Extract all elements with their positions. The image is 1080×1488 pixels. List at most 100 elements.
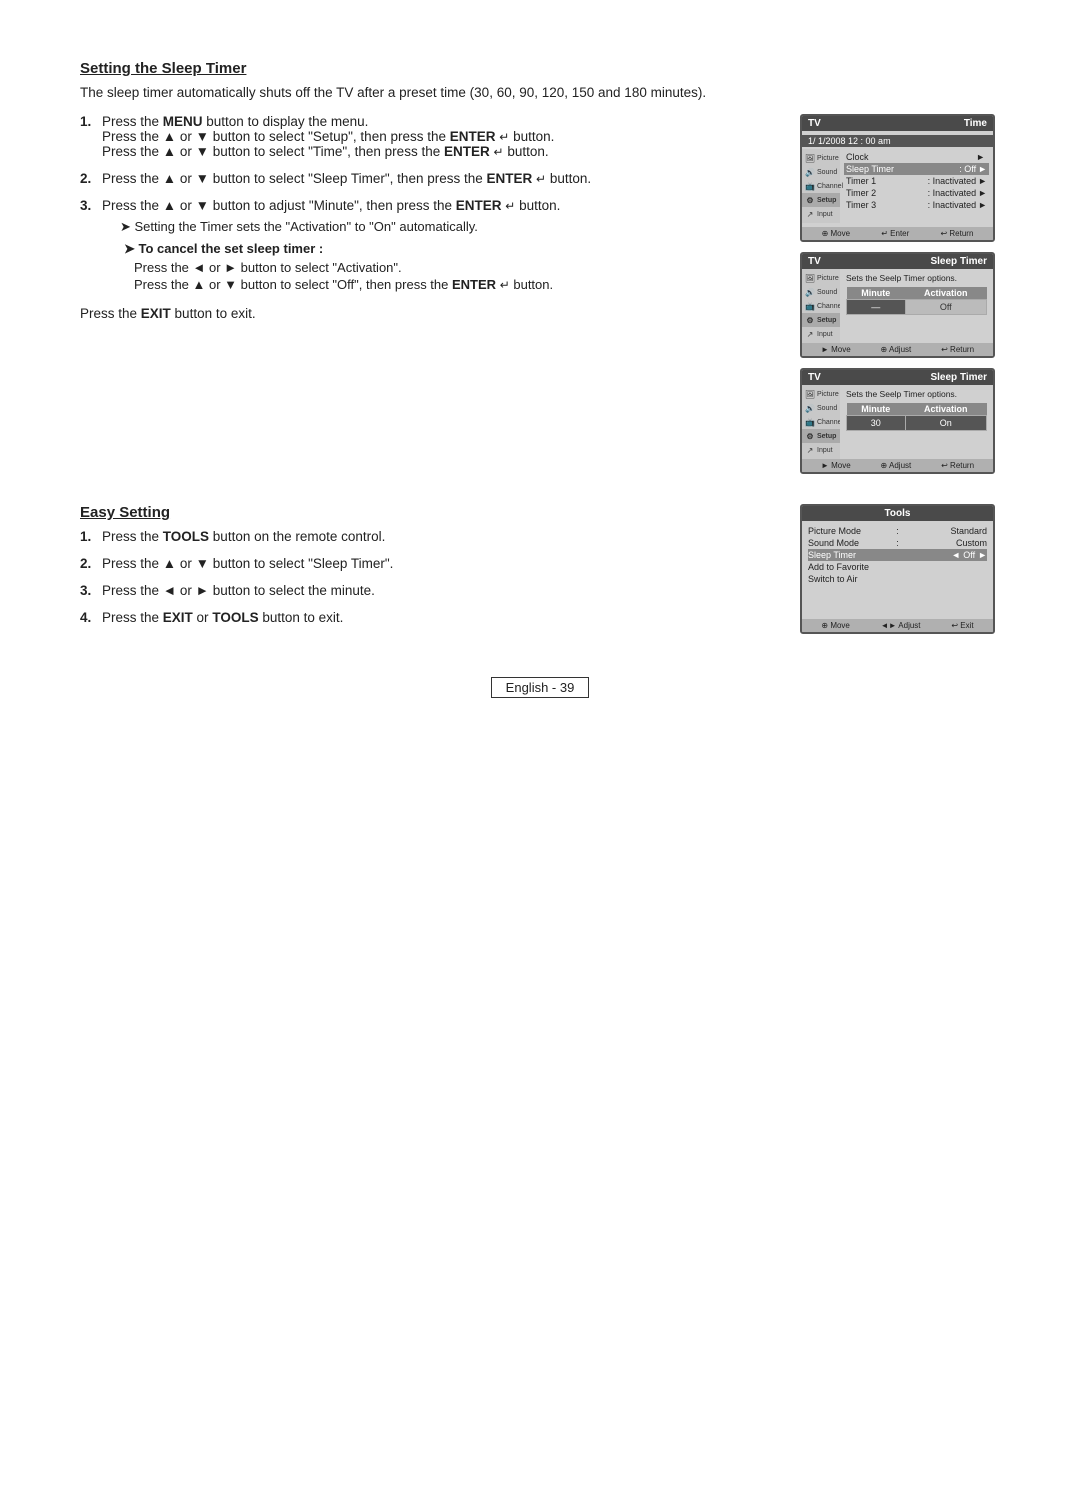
s3-footer-move: ► Move	[821, 461, 851, 470]
tools-footer-exit: ↩ Exit	[951, 621, 973, 630]
s3-nav-sound: 🔊 Sound	[802, 401, 840, 415]
nav-setup: ⚙ Setup	[802, 193, 840, 207]
timer3-label: Timer 3	[846, 200, 911, 210]
screen1-content: Clock ► Sleep Timer : Off ► Timer 1 : In…	[840, 149, 993, 223]
screen1-footer: ⊕ Move ↵ Enter ↩ Return	[802, 227, 993, 240]
clock-row: Clock ►	[844, 151, 989, 163]
s2-nav-input: ↗ Input	[802, 327, 840, 341]
s1-footer-enter: ↵ Enter	[881, 229, 909, 238]
timer3-arrow: ►	[978, 200, 987, 210]
timer1-label: Timer 1	[846, 176, 911, 186]
tools-footer: ⊕ Move ◄► Adjust ↩ Exit	[802, 619, 993, 632]
easy-setting-area: Easy Setting 1. Press the TOOLS button o…	[80, 504, 1000, 637]
sleep-timer-value: : Off	[911, 164, 978, 174]
nav-channel: 📺 Channel	[802, 179, 840, 193]
tv-screens-area: TV Time 1/ 1/2008 12 : 00 am 🖼 Picture 🔊…	[800, 114, 1000, 474]
s3-sound-icon: 🔊	[805, 403, 815, 413]
step3-sub: ➤ Setting the Timer sets the "Activation…	[120, 219, 770, 235]
s3-channel-icon: 📺	[805, 417, 815, 427]
s2-footer-adjust: ⊕ Adjust	[881, 345, 912, 354]
step2-line: Press the ▲ or ▼ button to select "Sleep…	[102, 171, 591, 186]
screen2-val2: Off	[905, 300, 986, 315]
switch-air-item: Switch to Air	[808, 573, 987, 585]
sound-mode-value: Custom	[903, 538, 988, 548]
picture-mode-row: Picture Mode : Standard	[808, 525, 987, 537]
s2-picture-icon: 🖼	[805, 273, 815, 283]
easy-step-2: 2. Press the ▲ or ▼ button to select "Sl…	[80, 556, 770, 571]
s2-channel-icon: 📺	[805, 301, 815, 311]
screen1-sidebar: 🖼 Picture 🔊 Sound 📺 Channel ⚙	[802, 149, 993, 223]
screen3-desc: Sets the Seelp Timer options.	[846, 389, 987, 399]
cancel-block: ➤ To cancel the set sleep timer : Press …	[124, 241, 770, 292]
step1-line2: Press the ▲ or ▼ button to select "Setup…	[102, 129, 770, 144]
screen2-val1: —	[847, 300, 906, 315]
s3-nav-setup: ⚙ Setup	[802, 429, 840, 443]
screen2-nav: 🖼 Picture 🔊 Sound 📺 Channel ⚙ Setup	[802, 269, 840, 343]
step1-line3: Press the ▲ or ▼ button to select "Time"…	[102, 144, 770, 159]
sound-mode-row: Sound Mode : Custom	[808, 537, 987, 549]
screen3-sleep: TV Sleep Timer 🖼 Picture 🔊 Sound 📺 Chan	[800, 368, 995, 474]
screen2-header: TV Sleep Timer	[802, 254, 993, 269]
easy-step1-num: 1.	[80, 529, 96, 544]
s3-sound-label: Sound	[817, 405, 837, 412]
s3-nav-picture: 🖼 Picture	[802, 387, 840, 401]
tools-footer-adjust: ◄► Adjust	[881, 621, 921, 630]
step1-content: Press the MENU button to display the men…	[102, 114, 770, 159]
sleep-timer-label: Sleep Timer	[846, 164, 911, 174]
easy-step-1: 1. Press the TOOLS button on the remote …	[80, 529, 770, 544]
s2-sound-label: Sound	[817, 289, 837, 296]
screen1-date: 1/ 1/2008 12 : 00 am	[802, 135, 993, 147]
timer3-value: : Inactivated	[911, 200, 978, 210]
channel-icon: 📺	[805, 181, 815, 191]
s3-setup-icon: ⚙	[805, 431, 815, 441]
s1-footer-move: ⊕ Move	[822, 229, 851, 238]
easy-step4-content: Press the EXIT or TOOLS button to exit.	[102, 610, 770, 625]
step3-line: Press the ▲ or ▼ button to adjust "Minut…	[102, 198, 770, 213]
step3-content: Press the ▲ or ▼ button to adjust "Minut…	[102, 198, 770, 294]
screen2-body: Sets the Seelp Timer options. Minute Act…	[840, 269, 993, 343]
step-1: 1. Press the MENU button to display the …	[80, 114, 770, 159]
screen2-sleep: TV Sleep Timer 🖼 Picture 🔊 Sound 📺 Chan	[800, 252, 995, 358]
easy-step3-num: 3.	[80, 583, 96, 598]
screen3-body: Sets the Seelp Timer options. Minute Act…	[840, 385, 993, 459]
timer1-row: Timer 1 : Inactivated ►	[844, 175, 989, 187]
timer1-value: : Inactivated	[911, 176, 978, 186]
picture-mode-colon: :	[893, 526, 903, 536]
timer2-label: Timer 2	[846, 188, 911, 198]
screen2-tv-label: TV	[808, 256, 821, 267]
sound-icon: 🔊	[805, 167, 815, 177]
s2-picture-label: Picture	[817, 275, 839, 282]
tools-screen-area: Tools Picture Mode : Standard Sound Mode…	[800, 504, 1000, 634]
sleep-timer-tools-row: Sleep Timer ◄ Off ►	[808, 549, 987, 561]
nav-picture-label: Picture	[817, 155, 839, 162]
screen1-header: TV Time	[802, 116, 993, 131]
page-number: English - 39	[491, 677, 590, 698]
sound-mode-colon: :	[893, 538, 903, 548]
screen1-menu-title: Time	[964, 118, 987, 129]
s3-nav-channel: 📺 Channel	[802, 415, 840, 429]
screen2-menu-title: Sleep Timer	[930, 256, 987, 267]
screen3-val1: 30	[847, 416, 906, 431]
screen2-footer: ► Move ⊕ Adjust ↩ Return	[802, 343, 993, 356]
s2-nav-setup: ⚙ Setup	[802, 313, 840, 327]
sleep-timer-row: Sleep Timer : Off ►	[844, 163, 989, 175]
easy-step-3: 3. Press the ◄ or ► button to select the…	[80, 583, 770, 598]
screen3-nav: 🖼 Picture 🔊 Sound 📺 Channel ⚙ Setup	[802, 385, 840, 459]
nav-setup-label: Setup	[817, 197, 836, 204]
easy-step4-num: 4.	[80, 610, 96, 625]
step2-content: Press the ▲ or ▼ button to select "Sleep…	[102, 171, 770, 186]
s2-footer-return: ↩ Return	[941, 345, 974, 354]
easy-step1-content: Press the TOOLS button on the remote con…	[102, 529, 770, 544]
step-2: 2. Press the ▲ or ▼ button to select "Sl…	[80, 171, 770, 186]
nav-input: ↗ Input	[802, 207, 840, 221]
step-3: 3. Press the ▲ or ▼ button to adjust "Mi…	[80, 198, 770, 294]
intro-text: The sleep timer automatically shuts off …	[80, 85, 1000, 100]
screen3-tv-label: TV	[808, 372, 821, 383]
screen3-val2: On	[905, 416, 986, 431]
tools-sleep-value: Off	[963, 550, 975, 560]
screen3-col1: Minute	[847, 403, 906, 416]
picture-mode-value: Standard	[903, 526, 988, 536]
setup-icon: ⚙	[805, 195, 815, 205]
nav-input-label: Input	[817, 211, 833, 218]
clock-label: Clock	[846, 152, 916, 162]
